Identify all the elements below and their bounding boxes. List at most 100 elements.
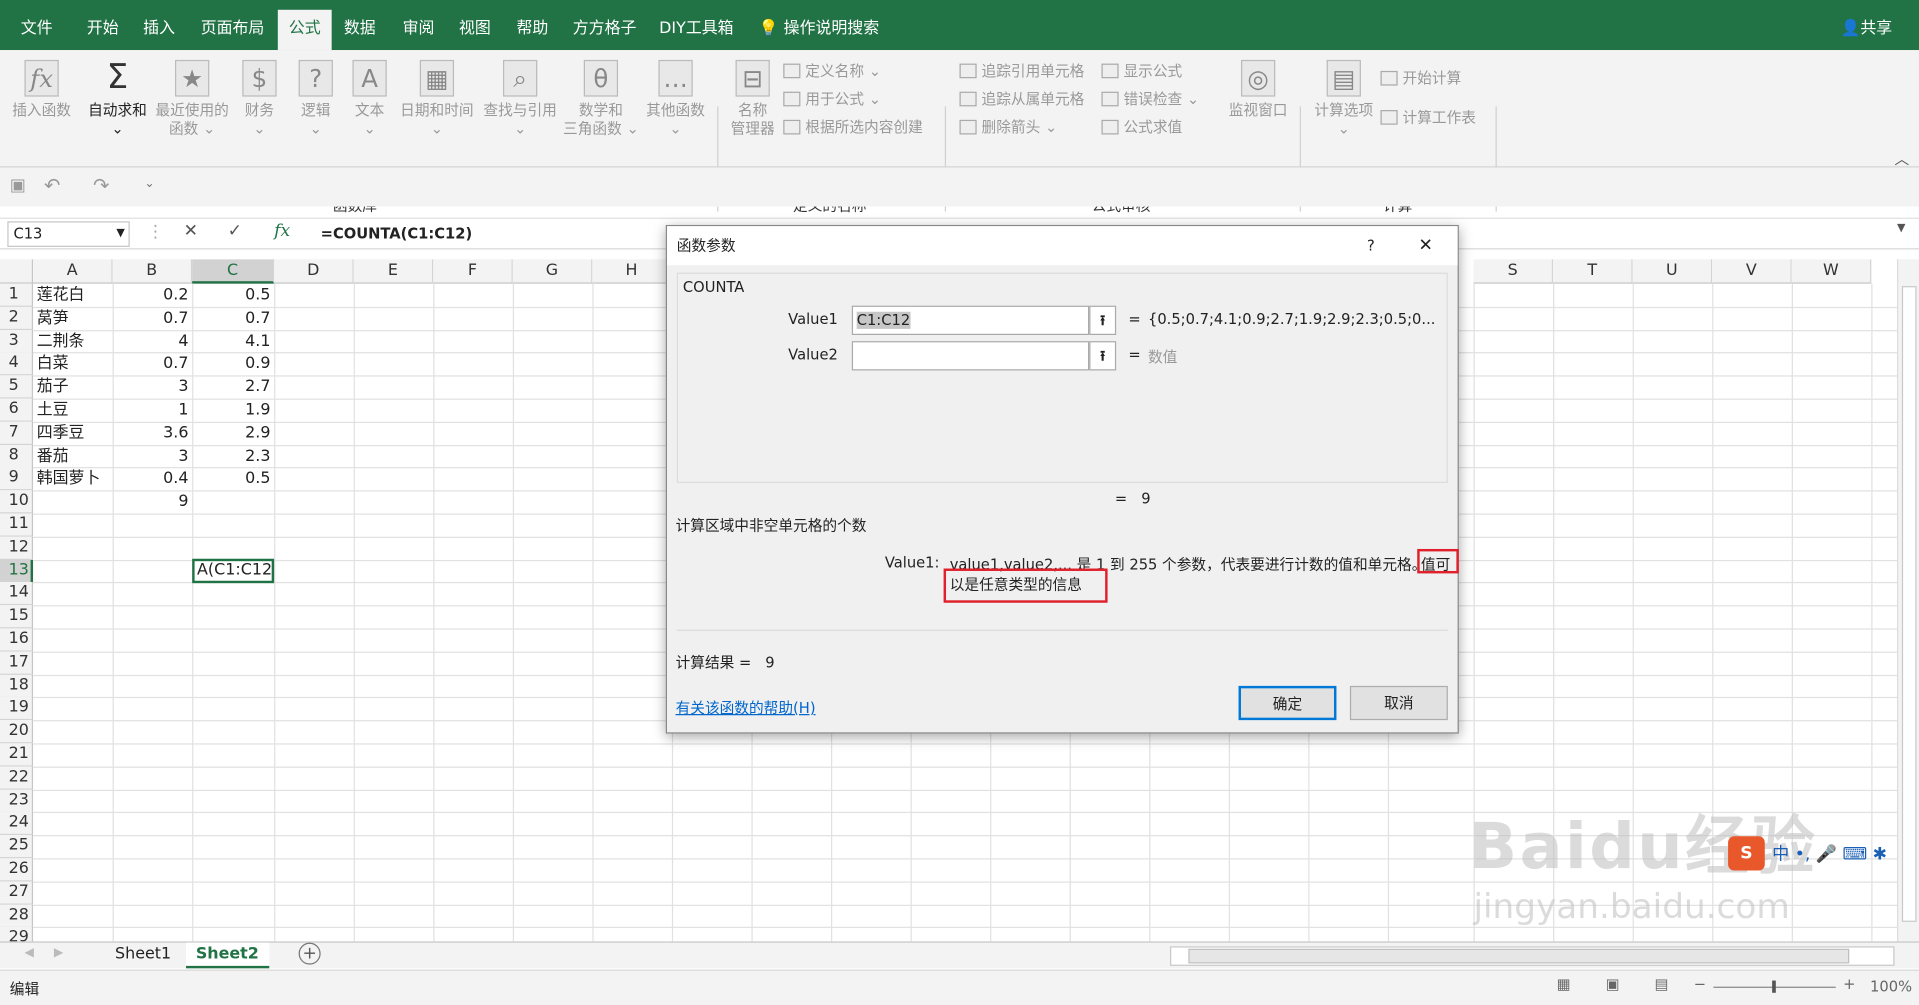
cell-A9[interactable]: 韩国萝卜	[33, 468, 113, 491]
page-break-view-icon[interactable]: ▤	[1655, 976, 1669, 993]
cell-C2[interactable]: 0.7	[192, 307, 274, 330]
cell-B2[interactable]: 0.7	[113, 307, 193, 330]
row-header-5[interactable]: 5	[0, 375, 34, 399]
cell-A6[interactable]: 土豆	[33, 399, 113, 422]
cell-A4[interactable]: 白菜	[33, 353, 113, 376]
column-header-d[interactable]: D	[274, 259, 354, 284]
enter-check-icon[interactable]: ✓	[228, 221, 242, 241]
collapse-ref-icon[interactable]: ⭱	[1089, 305, 1117, 336]
cell-B9[interactable]: 0.4	[113, 468, 193, 491]
expand-formula-bar-icon[interactable]: ▼	[1897, 223, 1905, 235]
row-header-1[interactable]: 1	[0, 283, 34, 307]
calc-options-button[interactable]: ▤ 计算选项 ⌄	[1310, 59, 1379, 138]
cell-A8[interactable]: 番茄	[33, 445, 113, 468]
row-header-17[interactable]: 17	[0, 651, 34, 675]
column-header-h[interactable]: H	[592, 259, 672, 284]
select-all-corner[interactable]	[0, 259, 34, 284]
cell-B3[interactable]: 4	[113, 330, 193, 353]
insert-function-button[interactable]: fx 插入函数	[10, 59, 74, 120]
tab-view[interactable]: 视图	[448, 0, 502, 50]
zoom-slider-thumb[interactable]	[1772, 980, 1776, 993]
cell-C8[interactable]: 2.3	[192, 445, 274, 468]
text-button[interactable]: A 文本 ⌄	[345, 59, 394, 138]
row-header-19[interactable]: 19	[0, 697, 34, 721]
ime-toolbar[interactable]: 中 •, 🎤 ⌨ ✱	[1772, 841, 1887, 865]
share-button[interactable]: 👤共享	[1836, 0, 1897, 50]
math-trig-button[interactable]: θ 数学和 三角函数 ⌄	[561, 59, 642, 138]
page-layout-view-icon[interactable]: ▣	[1606, 976, 1620, 993]
help-icon[interactable]: ?	[1367, 226, 1375, 265]
row-header-26[interactable]: 26	[0, 858, 34, 882]
recent-functions-button[interactable]: ★ 最近使用的 函数 ⌄	[152, 59, 233, 138]
cell-A5[interactable]: 茄子	[33, 376, 113, 399]
tell-me-search[interactable]: 💡 操作说明搜索	[759, 0, 894, 50]
row-header-7[interactable]: 7	[0, 421, 34, 445]
ime-s-icon[interactable]: S	[1728, 836, 1765, 871]
cell-A7[interactable]: 四季豆	[33, 422, 113, 445]
cell-C4[interactable]: 0.9	[192, 353, 274, 376]
undo-icon[interactable]: ↶	[44, 174, 60, 197]
cell-C3[interactable]: 4.1	[192, 330, 274, 353]
cancel-button[interactable]: 取消	[1349, 685, 1448, 721]
zoom-out-icon[interactable]: −	[1694, 976, 1706, 993]
column-header-g[interactable]: G	[512, 259, 593, 284]
insert-function-icon[interactable]: fx	[274, 221, 290, 241]
horizontal-scroll-thumb[interactable]	[1188, 948, 1850, 964]
row-header-16[interactable]: 16	[0, 628, 34, 652]
cell-C6[interactable]: 1.9	[192, 399, 274, 422]
row-header-15[interactable]: 15	[0, 605, 34, 629]
row-header-24[interactable]: 24	[0, 812, 34, 836]
logical-button[interactable]: ? 逻辑 ⌄	[291, 59, 340, 138]
scroll-right-icon[interactable]: ▶	[54, 946, 63, 959]
cell-C1[interactable]: 0.5	[192, 284, 274, 307]
column-header-v[interactable]: V	[1712, 259, 1792, 284]
row-header-2[interactable]: 2	[0, 306, 34, 330]
column-header-b[interactable]: B	[112, 259, 193, 284]
cell-B8[interactable]: 3	[113, 445, 193, 468]
active-cell-c13[interactable]: A(C1:C12)	[192, 558, 275, 583]
calc-sheet-button[interactable]: 计算工作表	[1380, 106, 1476, 127]
ok-button[interactable]: 确定	[1238, 685, 1337, 721]
calc-now-button[interactable]: 开始计算	[1380, 67, 1461, 88]
tab-insert[interactable]: 插入	[132, 0, 186, 50]
financial-button[interactable]: $ 财务 ⌄	[235, 59, 284, 138]
tab-diy-toolbox[interactable]: DIY工具箱	[654, 0, 740, 50]
row-header-18[interactable]: 18	[0, 674, 34, 698]
row-header-20[interactable]: 20	[0, 720, 34, 744]
add-sheet-icon[interactable]: +	[298, 942, 321, 965]
cell-A3[interactable]: 二荆条	[33, 330, 113, 353]
cell-C9[interactable]: 0.5	[192, 468, 274, 491]
cell-B10[interactable]: 9	[113, 491, 193, 514]
row-header-21[interactable]: 21	[0, 743, 34, 767]
cell-A1[interactable]: 莲花白	[33, 284, 113, 307]
cell-B4[interactable]: 0.7	[113, 353, 193, 376]
trace-dependents-button[interactable]: 追踪从属单元格	[959, 88, 1084, 109]
cell-A2[interactable]: 莴笋	[33, 307, 113, 330]
zoom-level[interactable]: 100%	[1870, 978, 1912, 995]
cell-C5[interactable]: 2.7	[192, 376, 274, 399]
cell-B6[interactable]: 1	[113, 399, 193, 422]
tab-home[interactable]: 开始	[76, 0, 130, 50]
create-from-selection-button[interactable]: 根据所选内容创建	[783, 116, 923, 137]
watch-window-button[interactable]: ◎ 监视窗口	[1224, 59, 1293, 120]
customize-qat-icon[interactable]: ⌄	[144, 177, 154, 190]
row-header-12[interactable]: 12	[0, 536, 34, 560]
vertical-scroll-thumb[interactable]	[1901, 286, 1917, 922]
help-link[interactable]: 有关该函数的帮助(H)	[676, 697, 816, 718]
row-header-9[interactable]: 9	[0, 467, 34, 491]
save-icon[interactable]: ▣	[10, 176, 26, 196]
row-header-10[interactable]: 10	[0, 490, 34, 514]
tab-formulas[interactable]: 公式	[277, 9, 332, 51]
arg2-input[interactable]	[851, 341, 1090, 371]
column-header-e[interactable]: E	[353, 259, 434, 284]
column-header-s[interactable]: S	[1473, 259, 1554, 284]
close-icon[interactable]: ✕	[1418, 226, 1432, 265]
horizontal-scrollbar[interactable]	[1170, 946, 1895, 966]
row-header-27[interactable]: 27	[0, 881, 34, 905]
column-header-w[interactable]: W	[1791, 259, 1872, 284]
row-header-25[interactable]: 25	[0, 835, 34, 859]
collapse-ribbon-icon[interactable]: ︿	[1895, 148, 1910, 169]
name-box[interactable]: C13 ▼	[7, 221, 130, 247]
arg1-input[interactable]: C1:C12	[851, 305, 1090, 336]
column-header-t[interactable]: T	[1553, 259, 1633, 284]
